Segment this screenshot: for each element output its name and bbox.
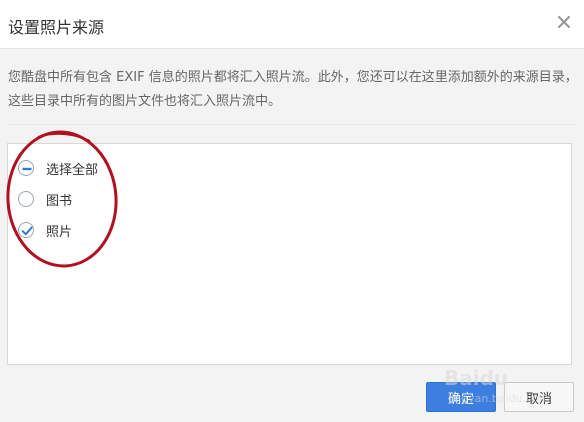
description-divider [8, 124, 576, 125]
books-checkbox[interactable] [18, 191, 34, 207]
folder-item-photos[interactable]: 照片 [18, 218, 72, 242]
ok-button[interactable]: 确定 [426, 382, 496, 412]
cancel-button[interactable]: 取消 [504, 382, 574, 412]
folder-item-select-all[interactable]: 选择全部 [18, 156, 98, 180]
dialog-title: 设置照片来源 [8, 18, 105, 37]
folder-list: 选择全部 图书 照片 [7, 143, 572, 365]
folder-item-label: 选择全部 [46, 162, 99, 178]
dialog-description: 您酷盘中所有包含 EXIF 信息的照片都将汇入照片流。此外，您还可以在这里添加额… [8, 70, 578, 109]
partial-check-icon [22, 167, 32, 171]
folder-item-label: 图书 [46, 193, 73, 209]
folder-item-label: 照片 [46, 224, 73, 240]
select-all-checkbox[interactable] [18, 160, 34, 176]
close-icon [557, 15, 571, 29]
photos-checkbox[interactable] [18, 222, 34, 238]
checkmark-icon [21, 226, 33, 236]
close-button[interactable] [554, 12, 574, 32]
dialog-titlebar: 设置照片来源 [0, 0, 584, 49]
folder-item-books[interactable]: 图书 [18, 187, 72, 211]
